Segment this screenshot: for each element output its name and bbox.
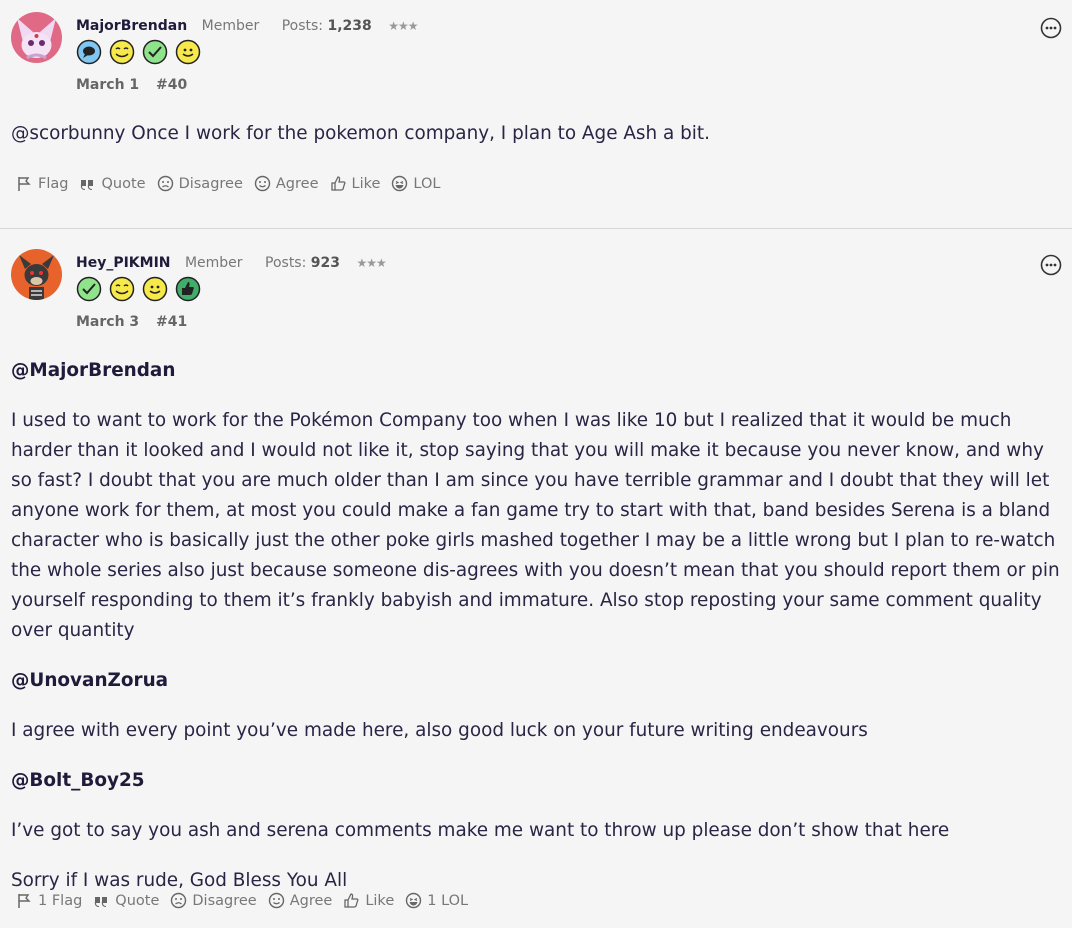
flag-icon	[18, 177, 31, 191]
avatar-majorbrendan[interactable]	[11, 12, 62, 63]
author-meta: MajorBrendan Member Posts: 1,238 ★★★	[76, 18, 418, 34]
laugh-icon	[406, 892, 422, 909]
mention[interactable]: @MajorBrendan	[11, 356, 1064, 386]
post-paragraph: I’ve got to say you ash and serena comme…	[11, 820, 950, 841]
agree-button[interactable]: Agree	[254, 175, 319, 192]
post-40: MajorBrendan Member Posts: 1,238 ★★★ Mar…	[0, 0, 1072, 229]
post-number[interactable]: #41	[156, 314, 187, 330]
posts-count: 923	[310, 255, 341, 271]
smile-badge[interactable]	[142, 276, 168, 302]
reaction-bar: 1 Flag Quote Disagree Agree Like 1 LOL	[16, 892, 479, 909]
post-body: @scorbunny Once I work for the pokemon c…	[11, 119, 1064, 169]
speech-bubble-badge[interactable]	[76, 39, 102, 65]
flag-button[interactable]: Flag	[16, 175, 68, 192]
checkmark-badge[interactable]	[76, 276, 102, 302]
thumbs-up-badge[interactable]	[175, 276, 201, 302]
user-role: Member	[184, 255, 243, 271]
disagree-label: Disagree	[192, 892, 257, 909]
rank-stars: ★★★	[388, 19, 418, 33]
wink-badge[interactable]	[109, 276, 135, 302]
smile-icon	[268, 892, 284, 909]
flag-label: 1 Flag	[38, 892, 83, 909]
like-label: Like	[365, 892, 395, 909]
quote-button[interactable]: Quote	[79, 175, 146, 192]
quote-label: Quote	[101, 175, 146, 192]
wink-badge[interactable]	[109, 39, 135, 65]
rank-stars: ★★★	[356, 256, 386, 270]
like-button[interactable]: Like	[343, 892, 394, 909]
author-meta: Hey_PIKMIN Member Posts: 923 ★★★	[76, 255, 387, 271]
mention[interactable]: @Bolt_Boy25	[11, 766, 1064, 796]
reaction-bar: Flag Quote Disagree Agree Like LOL	[16, 175, 451, 192]
post-paragraph: @scorbunny Once I work for the pokemon c…	[11, 123, 710, 144]
frown-icon	[171, 892, 187, 909]
laugh-icon	[392, 175, 408, 192]
username[interactable]: MajorBrendan	[76, 18, 187, 34]
disagree-button[interactable]: Disagree	[170, 892, 257, 909]
posts-label: Posts:	[281, 18, 323, 34]
disagree-button[interactable]: Disagree	[157, 175, 243, 192]
agree-button[interactable]: Agree	[268, 892, 333, 909]
username[interactable]: Hey_PIKMIN	[76, 255, 171, 271]
more-options-icon[interactable]	[1040, 254, 1062, 276]
smile-icon	[254, 175, 271, 192]
flag-label: Flag	[38, 175, 69, 192]
avatar-hey-pikmin[interactable]	[11, 249, 62, 300]
smile-badge[interactable]	[175, 39, 201, 65]
disagree-label: Disagree	[178, 175, 243, 192]
post-date-row: March 3 #41	[76, 314, 187, 330]
posts-label: Posts:	[265, 255, 307, 271]
lol-button[interactable]: 1 LOL	[405, 892, 468, 909]
frown-icon	[157, 175, 173, 192]
like-label: Like	[351, 175, 381, 192]
quote-button[interactable]: Quote	[93, 892, 159, 909]
post-date[interactable]: March 3	[76, 314, 139, 330]
like-button[interactable]: Like	[330, 175, 381, 192]
thumbs-up-icon	[330, 176, 346, 191]
post-paragraph: I agree with every point you’ve made her…	[11, 720, 868, 741]
post-number[interactable]: #40	[156, 77, 187, 93]
post-body: @MajorBrendan I used to want to work for…	[11, 356, 1064, 916]
quote-label: Quote	[115, 892, 160, 909]
more-options-icon[interactable]	[1040, 17, 1062, 39]
lol-label: 1 LOL	[427, 892, 469, 909]
flag-button[interactable]: 1 Flag	[16, 892, 82, 909]
post-date[interactable]: March 1	[76, 77, 139, 93]
posts-count: 1,238	[327, 18, 372, 34]
badge-row	[76, 39, 201, 65]
mention[interactable]: @UnovanZorua	[11, 666, 1064, 696]
user-role: Member	[201, 18, 260, 34]
quote-icon	[95, 897, 108, 907]
post-paragraph: I used to want to work for the Pokémon C…	[11, 410, 1060, 641]
agree-label: Agree	[289, 892, 333, 909]
post-41: Hey_PIKMIN Member Posts: 923 ★★★ March 3…	[0, 229, 1072, 928]
quote-icon	[81, 180, 94, 190]
checkmark-badge[interactable]	[142, 39, 168, 65]
thumbs-up-icon	[344, 893, 359, 908]
flag-icon	[18, 894, 31, 908]
lol-button[interactable]: LOL	[391, 175, 440, 192]
post-date-row: March 1 #40	[76, 77, 187, 93]
agree-label: Agree	[275, 175, 319, 192]
lol-label: LOL	[413, 175, 441, 192]
badge-row	[76, 276, 201, 302]
